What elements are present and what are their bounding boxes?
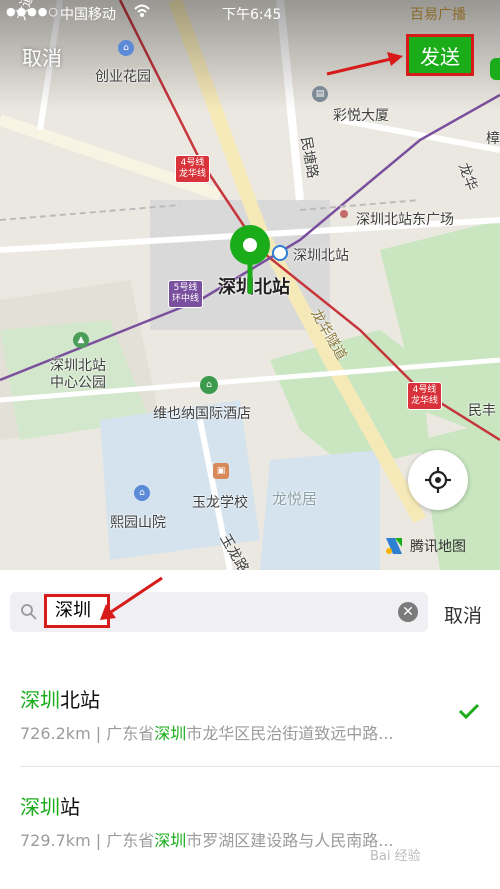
search-cancel-button[interactable]: 取消 (444, 601, 482, 628)
building-icon: ▤ (312, 86, 328, 102)
house-icon: ⌂ (134, 485, 150, 501)
house-icon: ⌂ (118, 40, 134, 56)
map-label-zhang: 樟 (486, 131, 500, 147)
map-label-north-east: 深圳北站东广场 (356, 212, 454, 228)
search-bar[interactable]: 深圳 ✕ (10, 592, 428, 632)
annotation-arrow-icon (326, 52, 403, 76)
result-subtitle: 726.2km | 广东省深圳市龙华区民治街道致远中路... (20, 724, 394, 743)
school-icon: ▣ (213, 463, 229, 479)
hotel-icon: ⌂ (200, 376, 218, 394)
watermark: Bai 经验 (370, 849, 421, 864)
locate-me-button[interactable] (408, 450, 468, 510)
partial-edge-icon (490, 58, 500, 80)
metro-tag-line4-bottom: 4号线 龙华线 (407, 382, 443, 410)
crosshair-icon (425, 467, 451, 493)
map-logo-text: 腾讯地图 (410, 539, 466, 555)
checkmark-icon (458, 703, 480, 720)
cancel-button[interactable]: 取消 (22, 42, 62, 71)
map-label-chuangye: 创业花园 (95, 69, 151, 85)
status-right-text: 百易广播 (410, 7, 466, 23)
status-bar: ●●●●○ 中国移动 下午6:45 百易广播 (0, 0, 500, 26)
search-sheet: 深圳 ✕ 取消 深圳北站 726.2km | 广东省深圳市龙华区民治街道致远中路… (0, 570, 500, 889)
clear-search-button[interactable]: ✕ (398, 602, 418, 622)
close-icon: ✕ (402, 604, 414, 620)
tencent-map-icon (386, 538, 402, 554)
map-label-vienna-hotel: 维也纳国际酒店 (153, 406, 251, 422)
map-label-xiyuan: 熙园山院 (110, 515, 166, 531)
metro-tag-line4-top: 4号线 龙华线 (175, 155, 211, 183)
status-time: 下午6:45 (222, 7, 282, 23)
place-dot-icon (340, 210, 348, 218)
annotation-arrow-icon (100, 576, 163, 620)
map-label-minfeng: 民丰 (468, 403, 496, 419)
map-label-north-park: 深圳北站 中心公园 (50, 358, 106, 391)
carrier-name: 中国移动 (60, 7, 116, 23)
wifi-icon (133, 2, 151, 24)
send-button[interactable]: 发送 (406, 34, 474, 76)
search-result-item[interactable]: 深圳北站 726.2km | 广东省深圳市龙华区民治街道致远中路... (0, 668, 500, 768)
map-label-yulong-school: 玉龙学校 (192, 495, 248, 511)
search-icon (21, 604, 37, 620)
metro-station-icon (272, 245, 288, 261)
map-provider-logo: 腾讯地图 (383, 535, 466, 557)
signal-icon: ●●●●○ (6, 5, 59, 18)
map-label-caiyue: 彩悦大厦 (333, 108, 389, 124)
map-label-north-metro: 深圳北站 (293, 248, 349, 264)
location-pin-icon (230, 225, 270, 294)
search-result-item[interactable]: 深圳站 729.7km | 广东省深圳市罗湖区建设路与人民南路... (0, 775, 500, 875)
result-title: 深圳站 (20, 795, 80, 819)
result-subtitle: 729.7km | 广东省深圳市罗湖区建设路与人民南路... (20, 831, 394, 850)
result-title: 深圳北站 (20, 688, 100, 712)
map-label-longyue: 龙悦居 (272, 490, 318, 508)
tree-icon: ▲ (73, 332, 89, 348)
map-view[interactable]: 创业花园 彩悦大厦 深圳北站东广场 深圳北站 深圳北站 深圳北站 中心公园 维也… (0, 0, 500, 570)
result-divider (20, 766, 500, 767)
metro-tag-line5: 5号线 环中线 (168, 280, 204, 308)
